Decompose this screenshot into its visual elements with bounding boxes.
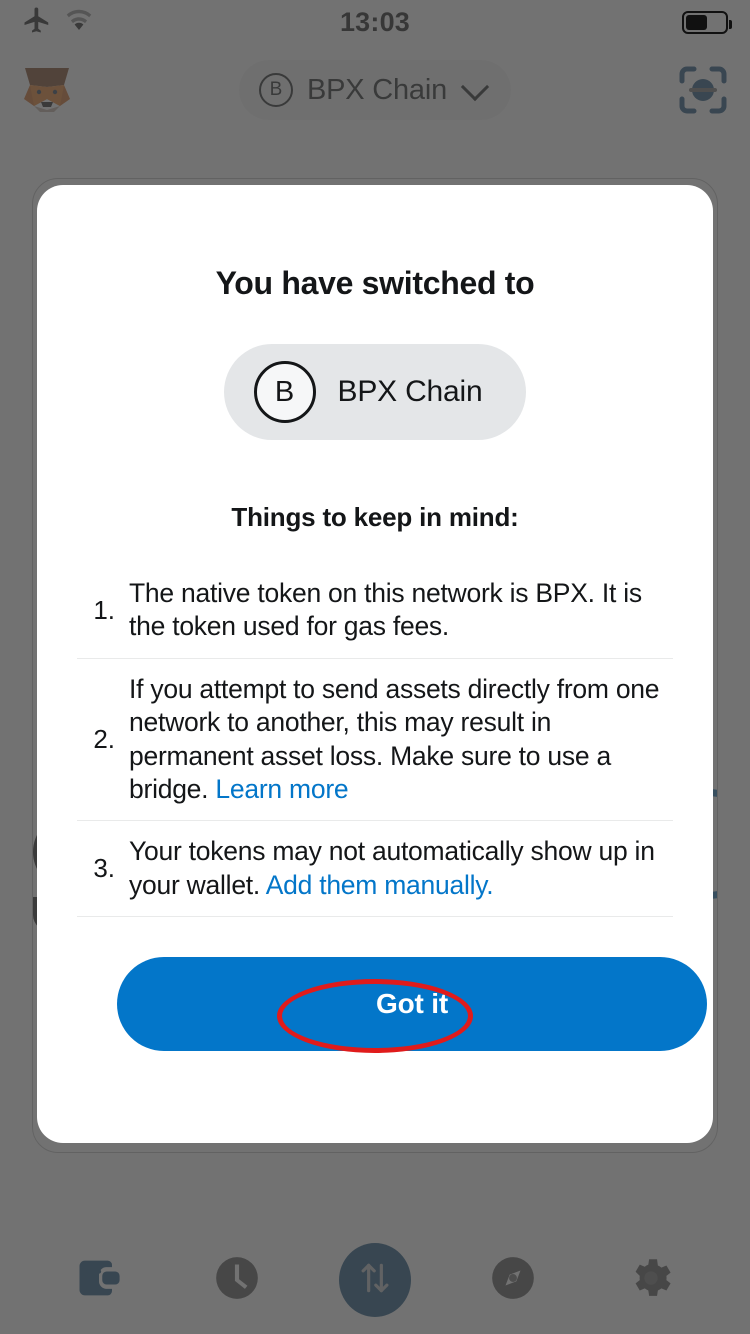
network-switched-modal: You have switched to B BPX Chain Things … xyxy=(37,185,713,1143)
learn-more-link[interactable]: Learn more xyxy=(215,774,348,804)
modal-title: You have switched to xyxy=(215,265,535,301)
network-name-label: BPX Chain xyxy=(337,375,483,408)
list-item-text: If you attempt to send assets directly f… xyxy=(129,673,673,807)
list-item-text: Your tokens may not automatically show u… xyxy=(129,835,673,902)
network-avatar: B xyxy=(253,361,316,423)
list-item: 2. If you attempt to send assets directl… xyxy=(77,659,673,822)
list-item-number: 2. xyxy=(93,723,115,754)
switched-network-pill: B BPX Chain xyxy=(223,344,527,440)
battery-icon xyxy=(682,10,732,34)
list-item-body: If you attempt to send assets directly f… xyxy=(129,673,660,804)
got-it-button[interactable]: Got it xyxy=(117,957,707,1051)
list-item-number: 3. xyxy=(93,852,115,883)
phone-screen: 13:03 xyxy=(0,0,750,1334)
list-item: 3. Your tokens may not automatically sho… xyxy=(77,821,673,917)
status-bar-right xyxy=(682,10,732,34)
keep-in-mind-list: 1. The native token on this network is B… xyxy=(77,563,673,917)
list-item-text: The native token on this network is BPX.… xyxy=(129,577,673,644)
keep-in-mind-heading: Things to keep in mind: xyxy=(231,502,519,532)
list-item-body: The native token on this network is BPX.… xyxy=(129,578,642,642)
add-them-manually-link[interactable]: Add them manually. xyxy=(266,870,494,900)
list-item: 1. The native token on this network is B… xyxy=(77,563,673,659)
list-item-number: 1. xyxy=(93,594,115,625)
